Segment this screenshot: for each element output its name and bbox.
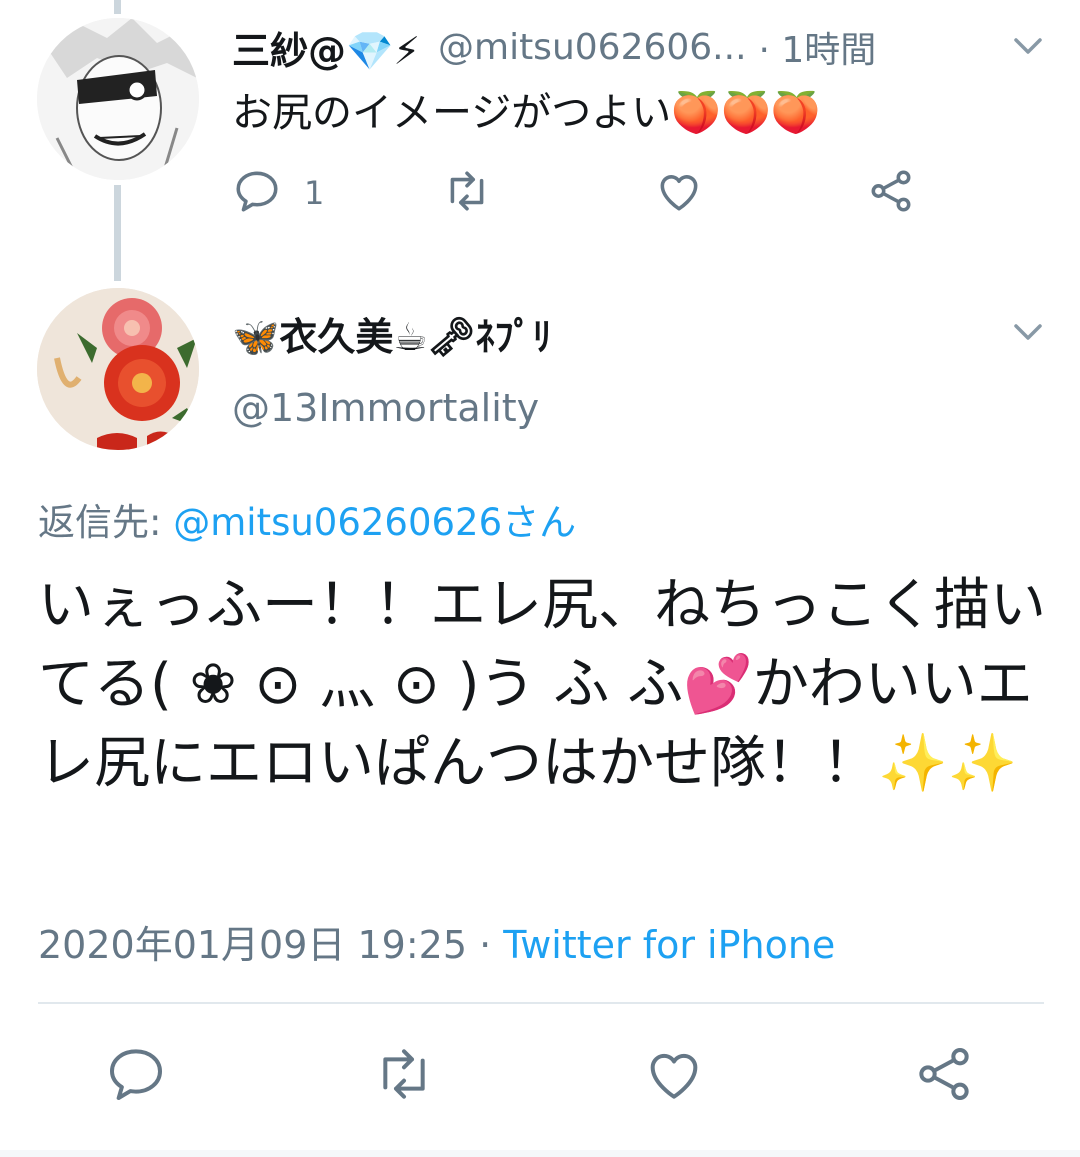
chevron-down-icon[interactable] — [1010, 28, 1046, 64]
parent-like-button[interactable] — [654, 166, 704, 220]
parent-retweet-button[interactable] — [442, 166, 492, 220]
retweet-button[interactable] — [372, 1042, 436, 1106]
parent-reply-button[interactable]: 1 — [232, 166, 324, 220]
heart-icon — [642, 1053, 706, 1110]
bottom-edge — [0, 1150, 1080, 1157]
reply-icon — [104, 1049, 168, 1110]
parent-timestamp: · 1時間 — [758, 30, 877, 71]
parent-handle[interactable]: @mitsu062606... — [438, 27, 747, 68]
meta-separator: · — [467, 923, 504, 967]
retweet-icon — [372, 1049, 436, 1110]
parent-share-button[interactable] — [866, 166, 916, 220]
share-button[interactable] — [912, 1042, 976, 1106]
thread-line — [114, 0, 121, 14]
retweet-icon — [442, 166, 492, 220]
main-handle[interactable]: @13Immortality — [232, 386, 539, 430]
tweet-source-link[interactable]: Twitter for iPhone — [503, 923, 835, 967]
divider — [38, 1002, 1044, 1004]
reply-to-label: 返信先: — [38, 501, 174, 544]
reply-to-handle-link[interactable]: @mitsu06260626さん — [173, 501, 576, 544]
reply-to-line: 返信先: @mitsu06260626さん — [38, 492, 576, 546]
reply-icon — [232, 166, 282, 220]
share-icon — [866, 166, 916, 220]
parent-tweet-header: 三紗@💎⚡ @mitsu062606... · 1時間 — [232, 22, 992, 73]
parent-tweet-text: お尻のイメージがつよい🍑🍑🍑 — [232, 90, 821, 136]
like-button[interactable] — [642, 1042, 706, 1106]
avatar[interactable] — [37, 18, 199, 180]
chevron-down-icon[interactable] — [1010, 314, 1046, 350]
tweet-date: 2020年01月09日 19:25 — [38, 923, 468, 967]
avatar[interactable] — [37, 288, 199, 450]
reply-button[interactable] — [104, 1042, 168, 1106]
parent-tweet-actions: 1 — [232, 166, 952, 222]
share-icon — [912, 1048, 976, 1110]
tweet-meta: 2020年01月09日 19:25 · Twitter for iPhone — [38, 914, 835, 969]
main-display-name[interactable]: 🦋衣久美☕🗝ﾈﾌﾟﾘ — [232, 306, 552, 361]
main-tweet-text: いぇっふー！！エレ尻、ねちっこく描いてる( ❀ ⊙ 灬 ⊙ )う ふ ふ💕かわい… — [38, 573, 1046, 796]
parent-display-name[interactable]: 三紗@💎⚡ — [232, 22, 420, 73]
tweet-detail-page: 三紗@💎⚡ @mitsu062606... · 1時間 お尻のイメージがつよい🍑… — [0, 0, 1080, 1157]
thread-line — [114, 185, 121, 281]
main-tweet-actions — [0, 1042, 1080, 1112]
reply-count: 1 — [304, 174, 325, 212]
heart-icon — [654, 166, 704, 220]
